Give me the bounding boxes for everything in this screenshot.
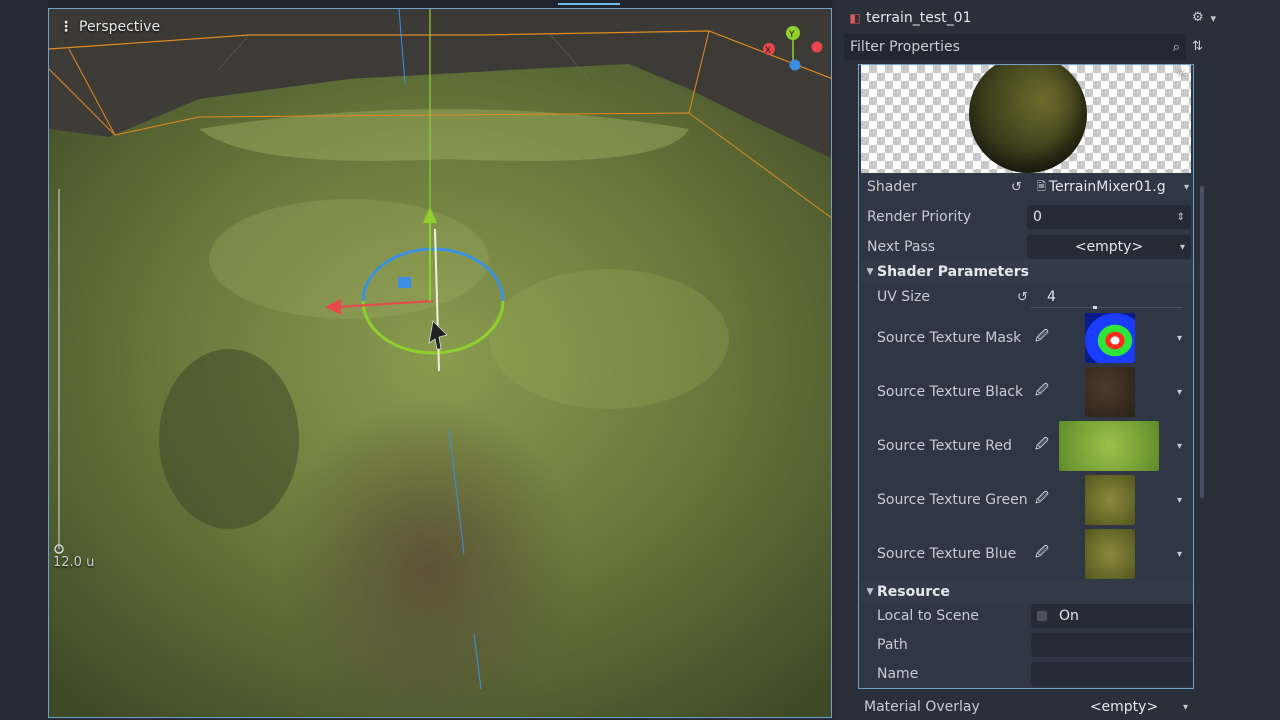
shader-row: Shader ↺ 🗎 TerrainMixer01.g ▾ bbox=[859, 173, 1193, 201]
texture-thumbnail-green[interactable] bbox=[1085, 475, 1135, 525]
chevron-down-icon[interactable]: ▾ bbox=[1177, 333, 1182, 344]
inspector-panel: ◧ terrain_test_01 ▾ ⚙ Filter Properties … bbox=[836, 0, 1280, 720]
load-texture-icon[interactable]: 🖉 bbox=[1035, 543, 1049, 565]
preview-sphere bbox=[969, 65, 1087, 173]
material-overlay-picker[interactable]: <empty> ▾ bbox=[1054, 696, 1194, 718]
material-overlay-row: Material Overlay <empty> ▾ bbox=[858, 694, 1198, 720]
render-priority-row: Render Priority 0 ⇕ bbox=[859, 203, 1193, 231]
collapse-arrow-icon: ▼ bbox=[866, 587, 874, 597]
filter-properties-input[interactable]: Filter Properties ⌕ bbox=[844, 34, 1186, 60]
chevron-down-icon: ▾ bbox=[1183, 181, 1189, 193]
load-texture-icon[interactable]: 🖉 bbox=[1035, 327, 1049, 349]
object-tool-icon[interactable]: ⚙ bbox=[1192, 10, 1204, 25]
uv-size-row: UV Size ↺ 4 bbox=[859, 283, 1193, 311]
texture-label: Source Texture Black bbox=[877, 384, 1024, 400]
chevron-down-icon[interactable]: ▾ bbox=[1177, 549, 1182, 560]
texture-thumbnail-mask[interactable] bbox=[1085, 313, 1135, 363]
view-mode-label: Perspective bbox=[79, 19, 161, 35]
material-icon: ◧ bbox=[849, 11, 861, 25]
shader-picker[interactable]: 🗎 TerrainMixer01.g ▾ bbox=[1031, 175, 1193, 199]
name-label: Name bbox=[877, 666, 919, 682]
chevron-down-icon: ▾ bbox=[1182, 701, 1188, 713]
shader-parameters-title: Shader Parameters bbox=[877, 264, 1029, 280]
vertical-dots-icon: ⋮ bbox=[59, 19, 73, 35]
texture-thumbnail-black[interactable] bbox=[1085, 367, 1135, 417]
3d-viewport[interactable]: Y X ⋮ Perspective 12.0 u bbox=[48, 8, 832, 718]
shader-parameters-section[interactable]: ▼ Shader Parameters bbox=[859, 260, 1193, 284]
material-overlay-label: Material Overlay bbox=[864, 699, 980, 715]
render-priority-value: 0 bbox=[1033, 209, 1042, 225]
local-to-scene-label: Local to Scene bbox=[877, 608, 979, 624]
local-to-scene-checkbox[interactable]: On bbox=[1031, 604, 1193, 628]
chevron-down-icon: ▾ bbox=[1210, 11, 1216, 25]
filter-options-icon[interactable]: ⇅ bbox=[1192, 39, 1203, 54]
path-row: Path bbox=[859, 631, 1193, 659]
spin-arrows-icon: ⇕ bbox=[1176, 211, 1185, 223]
viewport-top-strip bbox=[48, 0, 832, 8]
uv-size-value: 4 bbox=[1047, 289, 1056, 305]
slider-grabber[interactable] bbox=[1093, 306, 1097, 309]
texture-blue-row: Source Texture Blue 🖉 ▾ bbox=[859, 527, 1193, 581]
next-pass-row: Next Pass <empty> ▾ bbox=[859, 233, 1193, 261]
name-row: Name bbox=[859, 660, 1193, 688]
texture-thumbnail-red[interactable] bbox=[1059, 421, 1159, 471]
texture-green-row: Source Texture Green 🖉 ▾ bbox=[859, 473, 1193, 527]
chevron-down-icon[interactable]: ▾ bbox=[1177, 387, 1182, 398]
texture-mask-row: Source Texture Mask 🖉 ▾ bbox=[859, 311, 1193, 365]
active-tab-indicator bbox=[558, 3, 620, 5]
texture-label: Source Texture Blue bbox=[877, 546, 1017, 562]
resource-selector[interactable]: ◧ terrain_test_01 ▾ bbox=[844, 4, 1220, 32]
next-pass-picker[interactable]: <empty> ▾ bbox=[1027, 235, 1191, 259]
view-mode-menu[interactable]: ⋮ Perspective bbox=[59, 19, 160, 35]
shader-value: TerrainMixer01.g bbox=[1048, 179, 1166, 195]
revert-icon[interactable]: ↺ bbox=[1011, 180, 1022, 195]
next-pass-value: <empty> bbox=[1074, 239, 1144, 255]
uv-size-slider[interactable]: 4 bbox=[1041, 285, 1191, 309]
resource-title: Resource bbox=[877, 584, 950, 600]
texture-label: Source Texture Green bbox=[877, 492, 1028, 508]
filter-placeholder: Filter Properties bbox=[850, 39, 960, 55]
texture-black-row: Source Texture Black 🖉 ▾ bbox=[859, 365, 1193, 419]
slider-track bbox=[1031, 307, 1183, 308]
uv-size-label: UV Size bbox=[877, 289, 931, 305]
inspector-scrollbar[interactable] bbox=[1200, 186, 1204, 498]
svg-text:X: X bbox=[765, 46, 771, 56]
svg-text:Y: Y bbox=[788, 30, 795, 40]
material-overlay-value: <empty> bbox=[1089, 699, 1159, 715]
terrain-scene[interactable]: Y X bbox=[49, 9, 832, 718]
light-toggle-icon[interactable]: ☼ bbox=[1175, 67, 1187, 82]
load-texture-icon[interactable]: 🖉 bbox=[1035, 489, 1049, 511]
material-preview: ☼ bbox=[861, 65, 1191, 173]
load-texture-icon[interactable]: 🖉 bbox=[1035, 381, 1049, 403]
render-priority-label: Render Priority bbox=[867, 209, 972, 225]
revert-icon[interactable]: ↺ bbox=[1017, 290, 1028, 305]
name-field[interactable] bbox=[1031, 662, 1193, 686]
collapse-arrow-icon: ▼ bbox=[866, 267, 874, 277]
search-icon: ⌕ bbox=[1172, 39, 1180, 55]
scale-readout: 12.0 u bbox=[53, 555, 95, 570]
render-priority-spinbox[interactable]: 0 ⇕ bbox=[1027, 205, 1191, 229]
resource-name: terrain_test_01 bbox=[866, 10, 972, 26]
texture-red-row: Source Texture Red 🖉 ▾ bbox=[859, 419, 1193, 473]
resource-section[interactable]: ▼ Resource bbox=[859, 580, 1193, 604]
texture-thumbnail-blue[interactable] bbox=[1085, 529, 1135, 579]
path-field[interactable] bbox=[1031, 633, 1193, 657]
chevron-down-icon: ▾ bbox=[1179, 241, 1185, 253]
local-to-scene-row: Local to Scene On bbox=[859, 602, 1193, 630]
chevron-down-icon[interactable]: ▾ bbox=[1177, 495, 1182, 506]
load-texture-icon[interactable]: 🖉 bbox=[1035, 435, 1049, 457]
path-label: Path bbox=[877, 637, 908, 653]
next-pass-label: Next Pass bbox=[867, 239, 936, 255]
file-icon: 🗎 bbox=[1037, 179, 1046, 193]
checkbox-icon bbox=[1037, 611, 1047, 621]
material-properties: ☼ Shader ↺ 🗎 TerrainMixer01.g ▾ Render P… bbox=[858, 64, 1194, 689]
local-to-scene-value: On bbox=[1059, 608, 1079, 624]
shader-label: Shader bbox=[867, 179, 917, 195]
texture-label: Source Texture Red bbox=[877, 438, 1012, 454]
chevron-down-icon[interactable]: ▾ bbox=[1177, 441, 1182, 452]
texture-label: Source Texture Mask bbox=[877, 330, 1022, 346]
